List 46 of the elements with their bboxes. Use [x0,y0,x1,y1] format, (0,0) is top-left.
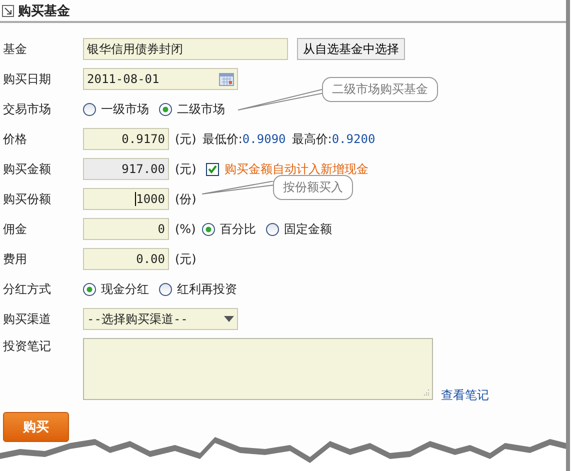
field-label: 交易市场 [2,100,52,118]
field-label: 分红方式 [2,280,52,298]
radio-button[interactable] [83,282,96,296]
unit-label: (元) [175,130,196,148]
radio-button[interactable] [159,282,172,296]
field-label: 费用 [2,250,28,268]
field-label: 价格 [2,130,28,148]
field-label: 购买渠道 [2,310,52,328]
calendar-icon [219,72,234,86]
radio-label: 固定金额 [284,220,332,238]
unit-label: (%) [175,222,196,236]
radio-label: 百分比 [220,220,256,238]
field-label: 购买份额 [2,190,52,208]
checkbox-label: 购买金额自动计入新增现金 [224,160,368,178]
unit-label: (份) [175,190,196,208]
number-field[interactable]: 1000 [83,188,169,210]
radio-label: 红利再投资 [177,280,237,298]
radio-button[interactable] [202,222,215,236]
price-text: 最高价:0.9200 [292,130,376,148]
notes-field[interactable] [83,338,433,400]
dropdown-arrow-icon [224,316,234,322]
radio-button[interactable] [83,102,96,116]
choose-button[interactable]: 从自选基金中选择 [297,38,405,60]
radio-label: 现金分红 [101,280,149,298]
number-field[interactable]: 0.00 [83,248,169,270]
date-field[interactable]: 2011-08-01 [83,68,238,90]
unit-label: (元) [175,250,196,268]
number-field[interactable]: 0 [83,218,169,240]
view-notes-link[interactable]: 查看笔记 [441,387,489,404]
number-field[interactable]: 0.9170 [83,128,169,150]
field-label: 购买金额 [2,160,52,178]
field-label: 基金 [2,40,28,58]
radio-label: 一级市场 [101,100,149,118]
field-label: 投资笔记 [2,338,52,355]
field-label: 佣金 [2,220,28,238]
price-text: 最低价:0.9090 [202,130,286,148]
unit-label: (元) [175,160,196,178]
page-title: 购买基金 [18,2,70,20]
field-label: 购买日期 [2,70,52,88]
channel-dropdown[interactable]: --选择购买渠道-- [83,308,238,330]
radio-button[interactable] [159,102,172,116]
radio-button[interactable] [266,222,279,236]
fund-field[interactable]: 银华信用债券封闭 [83,38,288,60]
resize-grip-icon [422,389,430,397]
callout: 二级市场购买基金 [322,77,438,102]
radio-label: 二级市场 [177,100,225,118]
